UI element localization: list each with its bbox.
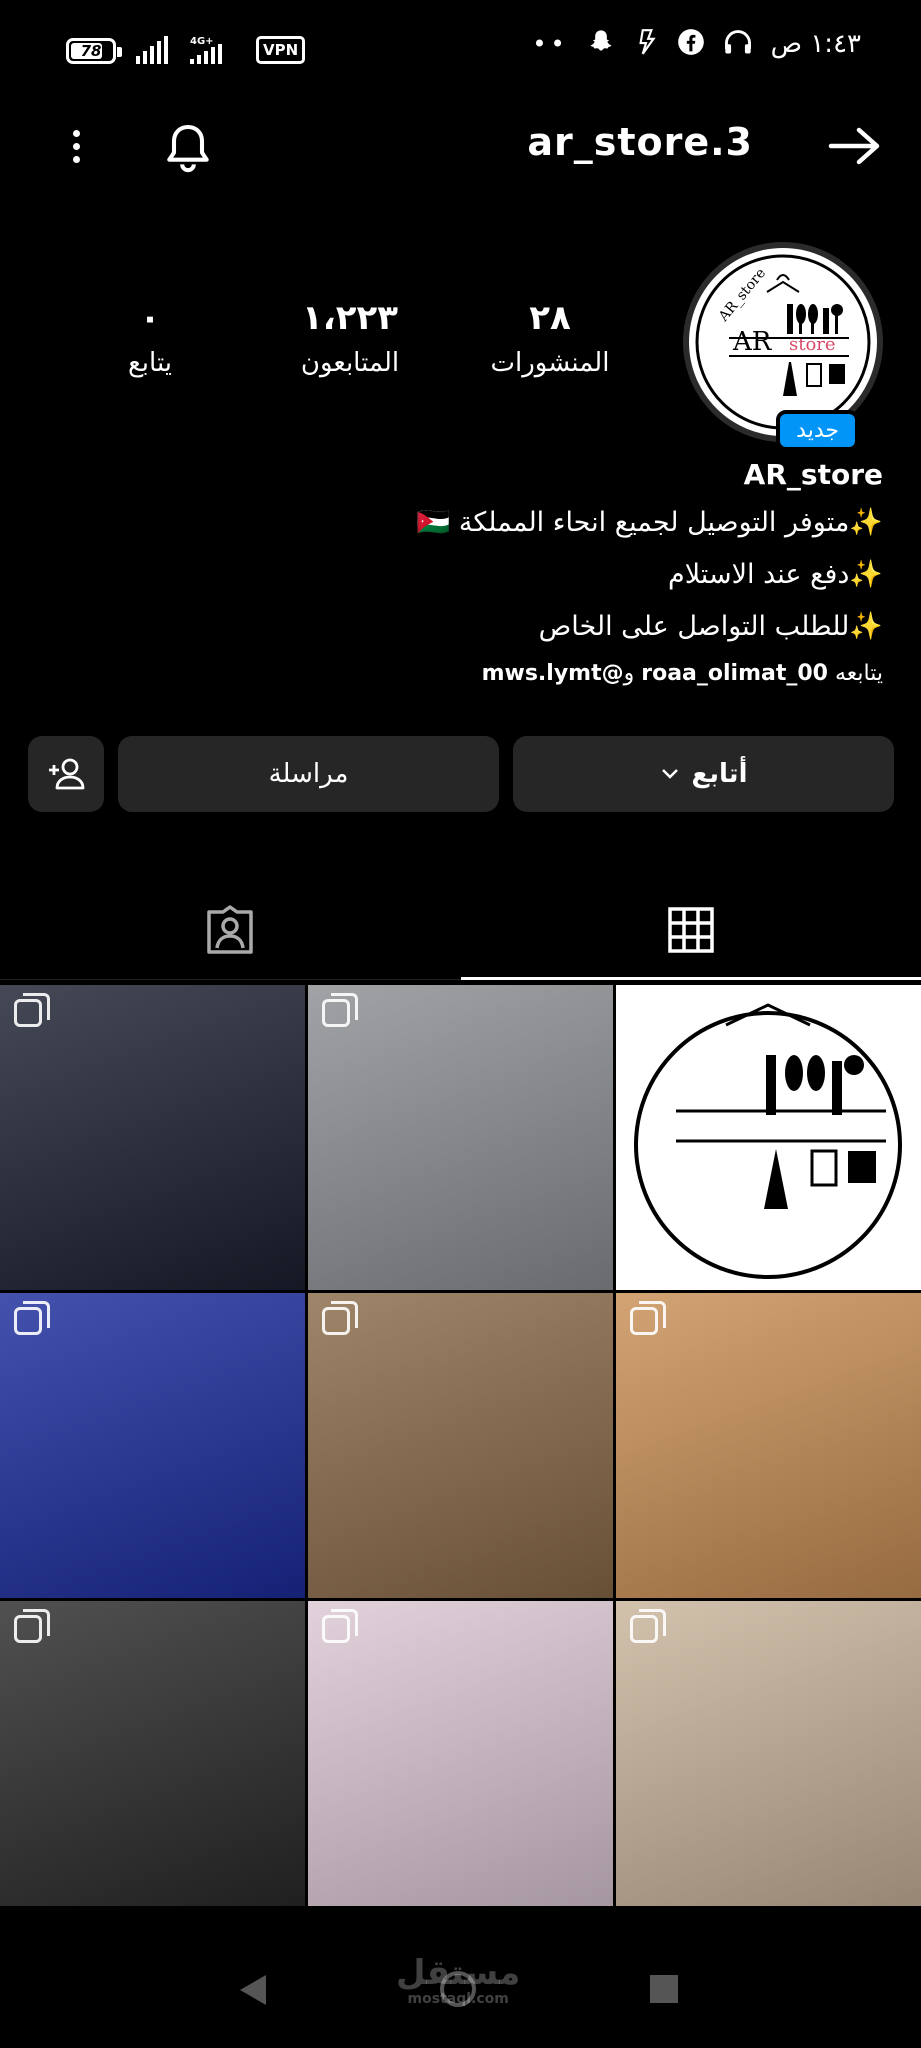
post-thumbnail[interactable] bbox=[616, 985, 921, 1290]
post-thumbnail[interactable] bbox=[308, 985, 613, 1290]
posts-grid bbox=[0, 985, 921, 1906]
follow-button[interactable]: أتابع bbox=[513, 736, 894, 812]
lightning-app-icon bbox=[633, 28, 659, 60]
android-nav-bar: مستقل mostaql.com bbox=[0, 1935, 921, 2048]
chevron-down-icon bbox=[661, 769, 678, 779]
profile-tabs bbox=[0, 880, 921, 980]
follow-button-label: أتابع bbox=[691, 759, 748, 789]
carousel-icon bbox=[14, 993, 50, 1027]
profile-stats: ٢٨ المنشورات ١،٢٢٣ المتابعون ٠ يتابع bbox=[60, 298, 640, 378]
stat-following[interactable]: ٠ يتابع bbox=[60, 298, 240, 378]
post-thumbnail[interactable] bbox=[0, 1601, 305, 1906]
followed-by-user-2[interactable]: @mws.lymt bbox=[482, 661, 624, 686]
carousel-icon bbox=[322, 1301, 358, 1335]
dots-icon: •• bbox=[532, 30, 569, 58]
tab-posts-grid[interactable] bbox=[461, 880, 921, 980]
stat-followers-label: المتابعون bbox=[300, 348, 400, 378]
bio-line-order: ✨للطلب التواصل على الخاص bbox=[538, 611, 883, 642]
new-badge: جديد bbox=[776, 410, 859, 451]
avatar-brand-text: AR bbox=[732, 327, 773, 357]
tagged-icon bbox=[207, 905, 253, 954]
carousel-icon bbox=[14, 1609, 50, 1643]
post-thumbnail[interactable] bbox=[0, 1293, 305, 1598]
followed-by-prefix: يتابعه bbox=[828, 661, 883, 686]
stat-posts-label: المنشورات bbox=[490, 348, 610, 378]
watermark: مستقل mostaql.com bbox=[396, 1953, 520, 2007]
stat-followers-value: ١،٢٢٣ bbox=[302, 298, 398, 338]
carousel-icon bbox=[630, 1301, 666, 1335]
carousel-icon bbox=[322, 1609, 358, 1643]
carousel-icon bbox=[14, 1301, 50, 1335]
profile-username: ar_store.3 bbox=[527, 120, 753, 164]
followed-by-join: و bbox=[623, 661, 642, 686]
message-button[interactable]: مراسلة bbox=[118, 736, 499, 812]
stat-posts-value: ٢٨ bbox=[529, 298, 571, 338]
post-thumbnail[interactable] bbox=[616, 1601, 921, 1906]
clock: ١:٤٣ ص bbox=[770, 29, 861, 59]
signal-icon bbox=[136, 36, 168, 64]
stat-posts[interactable]: ٢٨ المنشورات bbox=[460, 298, 640, 378]
profile-header: ar_store.3 bbox=[0, 100, 921, 190]
vpn-badge: VPN bbox=[256, 36, 306, 64]
post-thumbnail[interactable] bbox=[308, 1601, 613, 1906]
grid-icon bbox=[668, 907, 714, 953]
snapchat-icon bbox=[587, 28, 615, 60]
watermark-sub: mostaql.com bbox=[407, 1991, 509, 2007]
message-button-label: مراسلة bbox=[268, 759, 349, 789]
battery-level: 78 bbox=[80, 42, 102, 60]
avatar-arc-text: AR_store bbox=[715, 265, 769, 325]
post-thumbnail[interactable] bbox=[308, 1293, 613, 1598]
carousel-icon bbox=[630, 1609, 666, 1643]
stat-followers[interactable]: ١،٢٢٣ المتابعون bbox=[260, 298, 440, 378]
bio-line-payment: ✨دفع عند الاستلام bbox=[667, 559, 883, 590]
profile-actions: أتابع مراسلة bbox=[28, 736, 894, 812]
bio-name: AR_store bbox=[743, 458, 883, 491]
add-user-button[interactable] bbox=[28, 736, 104, 812]
post-thumbnail[interactable] bbox=[0, 985, 305, 1290]
stat-following-value: ٠ bbox=[139, 298, 161, 338]
stat-following-label: يتابع bbox=[127, 348, 173, 378]
carousel-icon bbox=[322, 993, 358, 1027]
signal-icon-2 bbox=[190, 44, 222, 64]
nav-back-icon[interactable] bbox=[240, 1975, 266, 2005]
battery-icon: 78 bbox=[66, 38, 122, 64]
facebook-icon bbox=[677, 28, 705, 60]
status-bar: 78 4G+ VPN •• ١:٤٣ ص bbox=[0, 0, 921, 100]
notification-area: •• ١:٤٣ ص bbox=[532, 28, 861, 60]
nav-recent-icon[interactable] bbox=[650, 1975, 678, 2003]
bio-line-delivery: ✨متوفر التوصيل لجميع انحاء المملكة 🇯🇴 bbox=[416, 507, 883, 538]
add-user-icon bbox=[49, 758, 85, 790]
more-vertical-icon[interactable] bbox=[62, 126, 90, 170]
watermark-text: مستقل bbox=[396, 1953, 521, 1993]
profile-bio: AR_store ✨متوفر التوصيل لجميع انحاء المم… bbox=[23, 458, 883, 686]
tab-tagged[interactable] bbox=[0, 880, 460, 980]
bell-icon[interactable] bbox=[160, 120, 216, 176]
followed-by-user-1[interactable]: roaa_olimat_00 bbox=[641, 661, 828, 686]
post-thumbnail[interactable] bbox=[616, 1293, 921, 1598]
followed-by[interactable]: يتابعه roaa_olimat_00 و@mws.lymt bbox=[23, 661, 883, 686]
profile-summary: AR_store AR store جديد ٢٨ المنشورات ١،٢٢… bbox=[0, 238, 921, 458]
back-arrow-icon[interactable] bbox=[825, 122, 885, 170]
headphones-icon bbox=[723, 28, 753, 60]
